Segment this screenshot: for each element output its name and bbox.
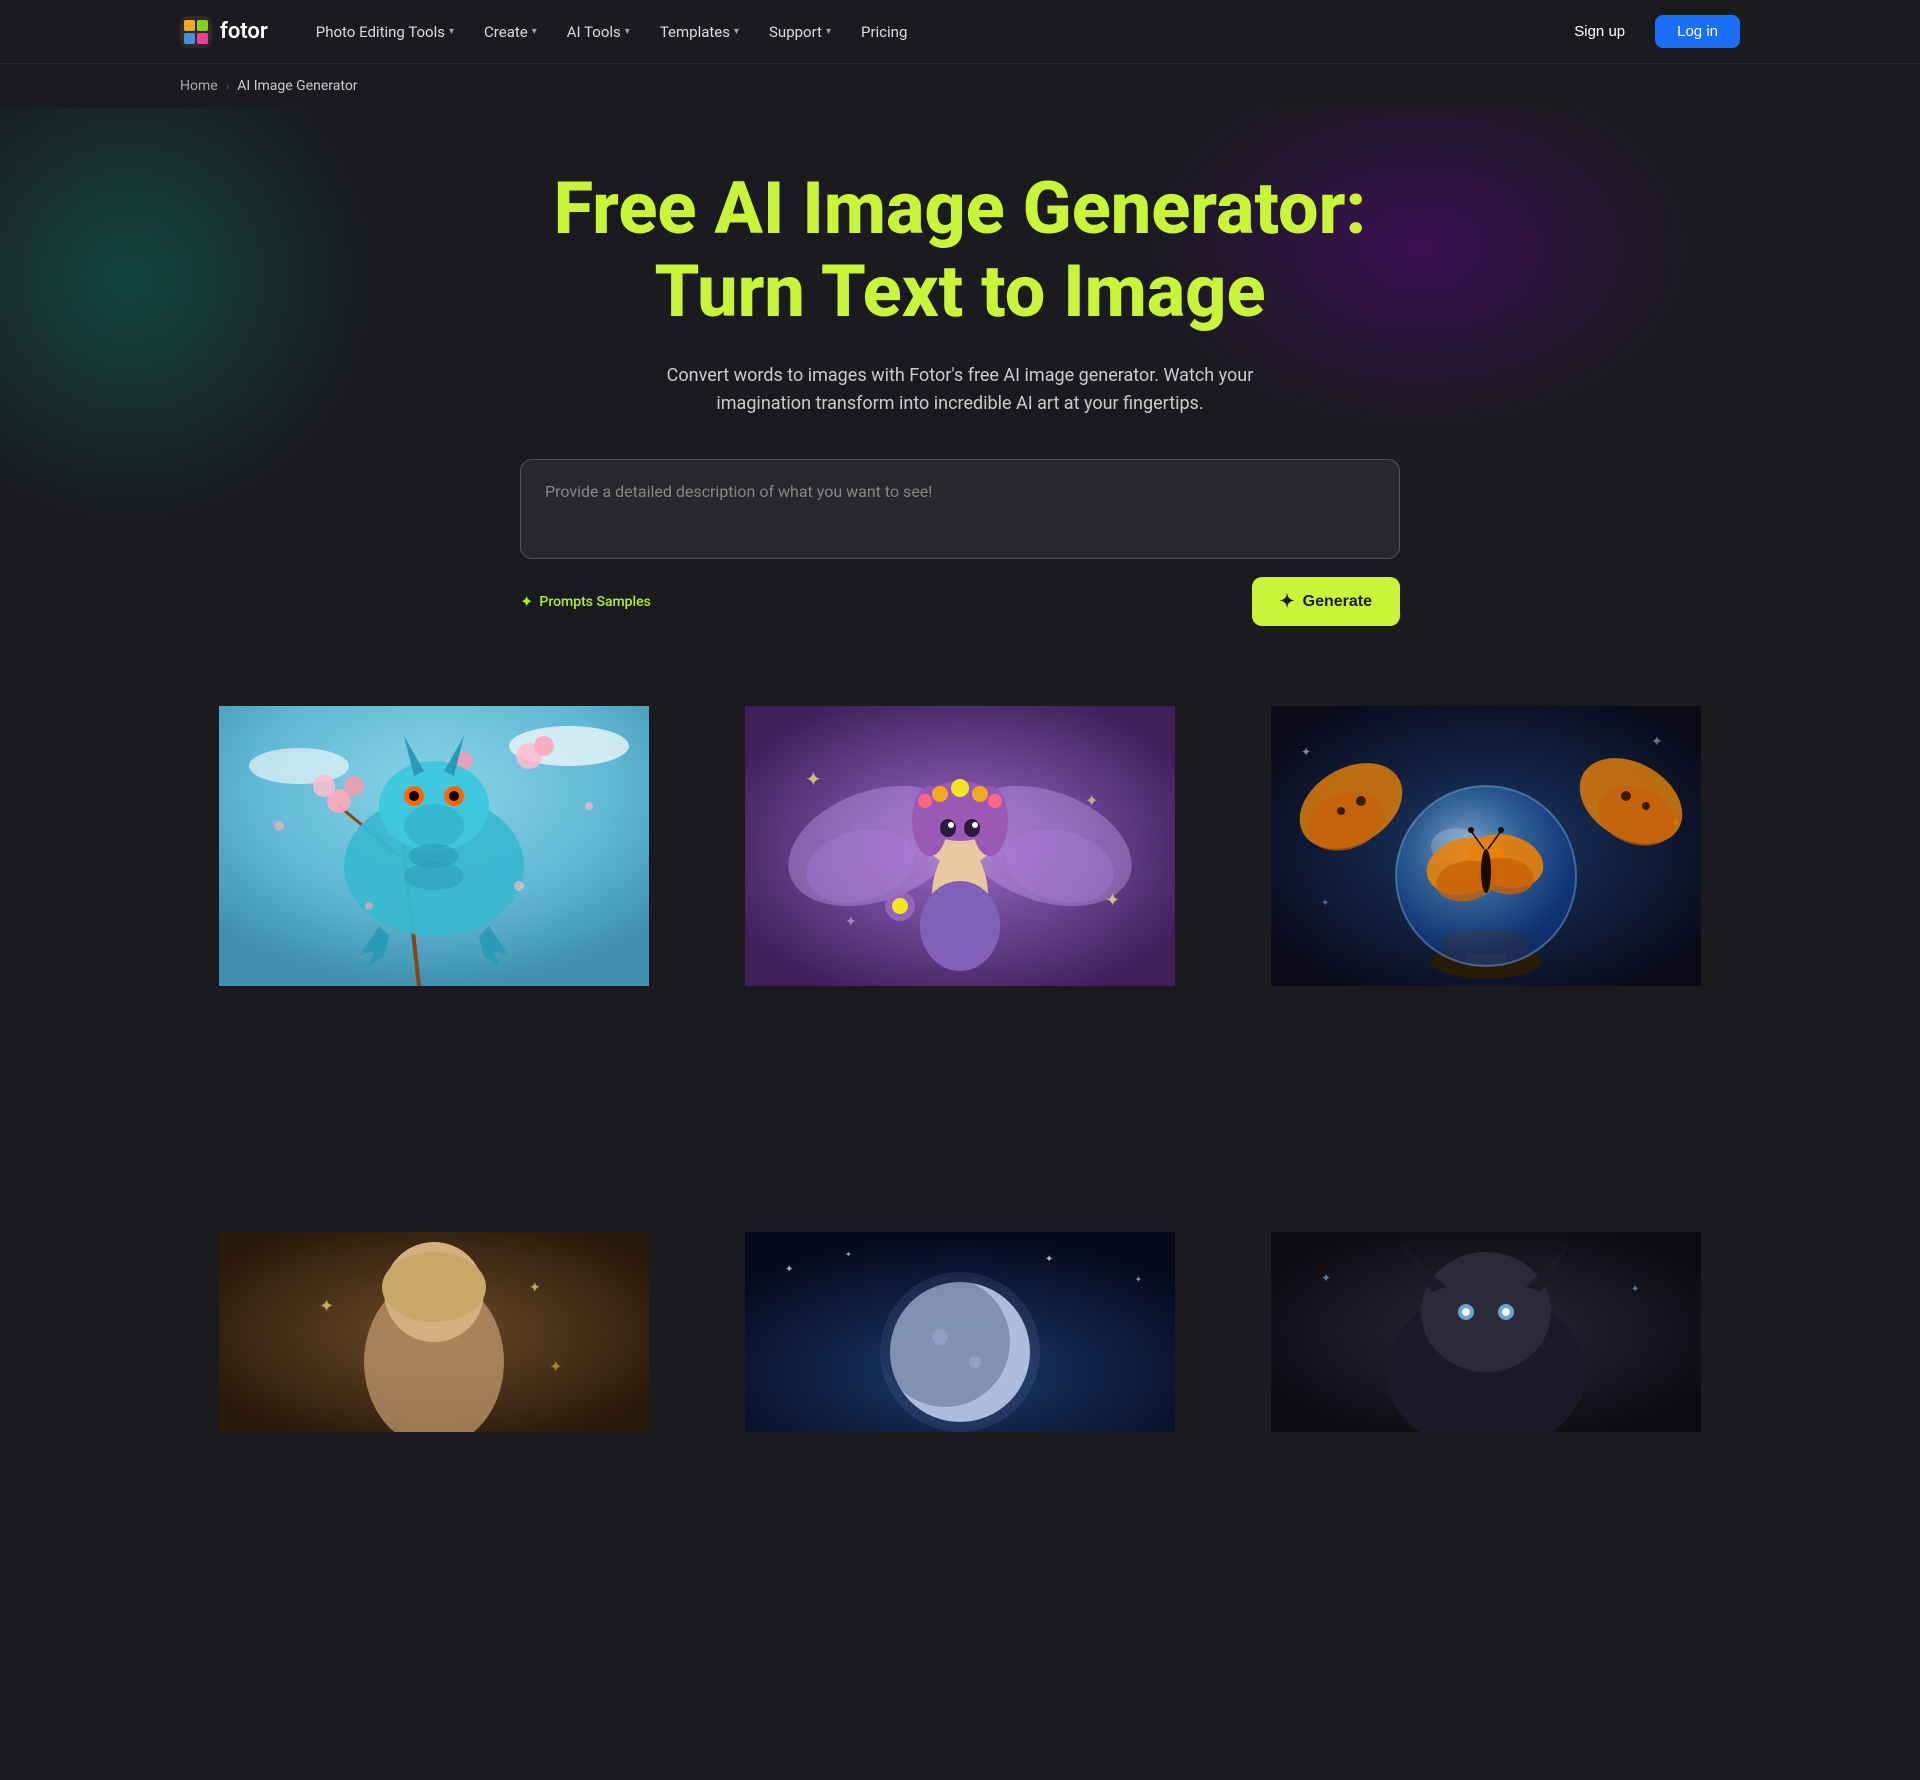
svg-text:✦: ✦ <box>319 1296 334 1317</box>
prompt-actions: ✦ Prompts Samples ✦ Generate <box>520 577 1400 626</box>
gallery-item-bottom-right[interactable]: ✦ ✦ <box>1232 1232 1740 1740</box>
gallery-section: ✦ ✦ ✦ ✦ <box>0 666 1920 1780</box>
nav-item-pricing[interactable]: Pricing <box>849 15 919 49</box>
svg-text:✦: ✦ <box>549 1357 562 1376</box>
svg-text:✦: ✦ <box>845 914 857 930</box>
svg-text:✦: ✦ <box>1301 745 1311 759</box>
gallery-item-dragon[interactable] <box>180 706 688 1214</box>
nav-item-create[interactable]: Create ▾ <box>472 15 549 49</box>
svg-text:✦: ✦ <box>1045 1254 1053 1265</box>
gallery-grid: ✦ ✦ ✦ ✦ <box>180 706 1740 1740</box>
nav-item-ai-tools[interactable]: AI Tools ▾ <box>555 15 642 49</box>
signup-button[interactable]: Sign up <box>1556 15 1643 48</box>
nav-right: Sign up Log in <box>1556 15 1740 48</box>
nav-item-support[interactable]: Support ▾ <box>757 15 843 49</box>
gallery-item-fairy[interactable]: ✦ ✦ ✦ ✦ <box>706 706 1214 1214</box>
svg-text:✦: ✦ <box>845 1250 852 1259</box>
chevron-down-icon: ▾ <box>826 26 831 37</box>
svg-text:✦: ✦ <box>529 1280 541 1296</box>
logo[interactable]: fotor <box>180 16 268 48</box>
gallery-item-bottom-left[interactable]: ✦ ✦ ✦ <box>180 1232 688 1740</box>
chevron-down-icon: ▾ <box>449 26 454 37</box>
bottom-center-image: ✦ ✦ ✦ ✦ <box>706 1232 1214 1432</box>
chevron-down-icon: ▾ <box>625 26 630 37</box>
login-button[interactable]: Log in <box>1655 15 1740 48</box>
sparkle-icon: ✦ <box>520 592 533 611</box>
generate-button[interactable]: ✦ Generate <box>1252 577 1400 626</box>
butterfly-image: ✦ ✦ ✦ ✦ <box>1232 706 1740 986</box>
svg-text:✦: ✦ <box>1631 1284 1639 1295</box>
nav-left: fotor Photo Editing Tools ▾ Create ▾ AI … <box>180 15 919 49</box>
hero-title: Free AI Image Generator: Turn Text to Im… <box>554 168 1367 334</box>
dragon-image <box>180 706 688 986</box>
logo-text: fotor <box>220 19 268 44</box>
svg-text:✦: ✦ <box>1321 898 1329 909</box>
svg-text:✦: ✦ <box>1651 734 1663 750</box>
breadcrumb-current-page: AI Image Generator <box>237 78 357 94</box>
gallery-item-bottom-center[interactable]: ✦ ✦ ✦ ✦ <box>706 1232 1214 1740</box>
fotor-logo-icon <box>180 16 212 48</box>
svg-text:✦: ✦ <box>1135 1275 1142 1284</box>
svg-text:✦: ✦ <box>1085 791 1098 810</box>
hero-section: Free AI Image Generator: Turn Text to Im… <box>0 108 1920 666</box>
svg-text:✦: ✦ <box>805 767 822 791</box>
prompt-container: ✦ Prompts Samples ✦ Generate <box>520 459 1400 626</box>
breadcrumb: Home › AI Image Generator <box>0 64 1920 108</box>
bottom-left-image: ✦ ✦ ✦ <box>180 1232 688 1432</box>
breadcrumb-home-link[interactable]: Home <box>180 78 218 94</box>
bottom-right-image: ✦ ✦ <box>1232 1232 1740 1432</box>
prompt-input[interactable] <box>520 459 1400 559</box>
svg-text:✦: ✦ <box>1321 1271 1331 1285</box>
chevron-down-icon: ▾ <box>532 26 537 37</box>
fairy-image: ✦ ✦ ✦ ✦ <box>706 706 1214 986</box>
nav-menu: Photo Editing Tools ▾ Create ▾ AI Tools … <box>304 15 920 49</box>
svg-text:✦: ✦ <box>1105 890 1120 911</box>
svg-text:✦: ✦ <box>785 1264 793 1275</box>
gallery-item-butterfly[interactable]: ✦ ✦ ✦ ✦ <box>1232 706 1740 1214</box>
generate-icon: ✦ <box>1280 591 1295 612</box>
chevron-down-icon: ▾ <box>734 26 739 37</box>
prompts-samples-button[interactable]: ✦ Prompts Samples <box>520 592 651 611</box>
hero-subtitle: Convert words to images with Fotor's fre… <box>620 362 1300 420</box>
nav-item-photo-editing[interactable]: Photo Editing Tools ▾ <box>304 15 466 49</box>
nav-item-templates[interactable]: Templates ▾ <box>648 15 751 49</box>
breadcrumb-separator: › <box>226 79 230 93</box>
navbar: fotor Photo Editing Tools ▾ Create ▾ AI … <box>0 0 1920 64</box>
